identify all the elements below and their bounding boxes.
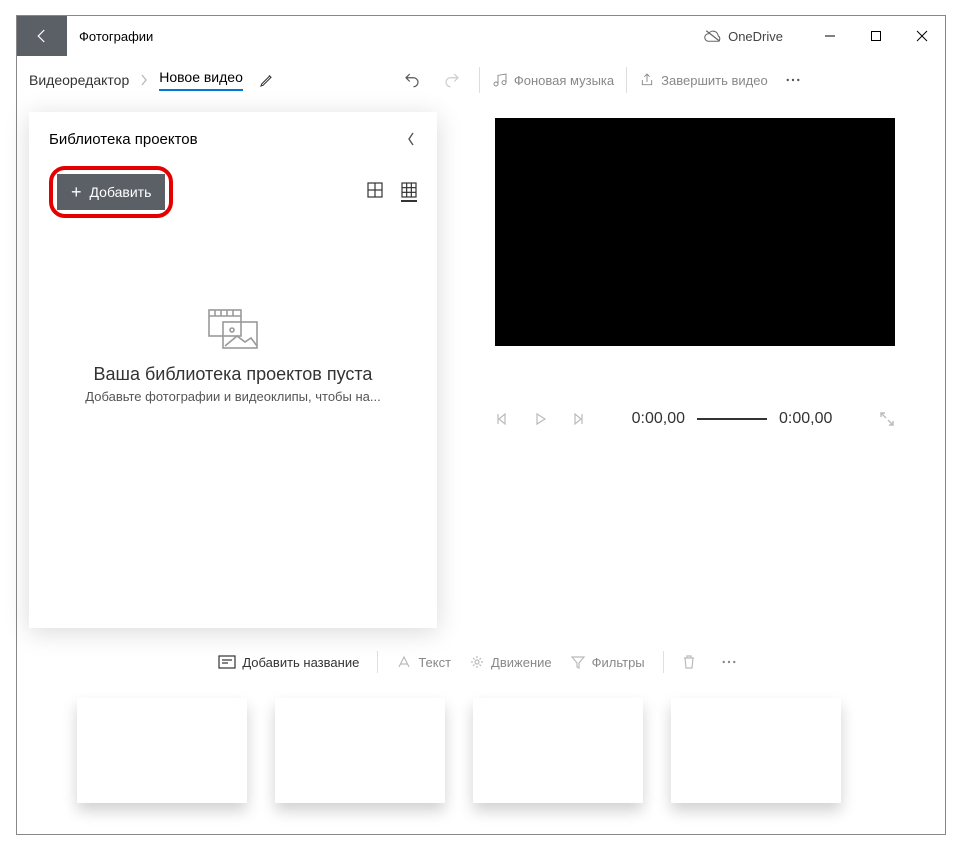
time-display: 0:00,00 0:00,00 — [632, 410, 833, 428]
sb-separator — [663, 651, 664, 673]
current-time: 0:00,00 — [632, 410, 685, 428]
grid-small-icon — [401, 182, 417, 198]
fullscreen-button[interactable] — [879, 411, 895, 427]
finish-video-button[interactable]: Завершить видео — [639, 72, 768, 88]
fullscreen-icon — [879, 411, 895, 427]
chevron-left-icon — [405, 130, 417, 148]
empty-media-icon — [207, 308, 259, 350]
step-forward-icon — [571, 412, 585, 426]
more-button[interactable] — [784, 71, 808, 89]
storyboard-slot[interactable] — [671, 698, 841, 803]
maximize-icon — [870, 30, 882, 42]
minimize-button[interactable] — [807, 16, 853, 56]
next-frame-button[interactable] — [571, 412, 585, 426]
title-card-icon — [218, 655, 236, 669]
filters-icon — [570, 654, 586, 670]
back-button[interactable] — [17, 16, 67, 56]
onedrive-label: OneDrive — [728, 29, 783, 44]
music-icon — [492, 72, 508, 88]
add-highlight: + Добавить — [49, 166, 173, 218]
titlebar: Фотографии OneDrive — [17, 16, 945, 56]
storyboard-slot[interactable] — [77, 698, 247, 803]
close-button[interactable] — [899, 16, 945, 56]
seek-bar[interactable] — [697, 418, 767, 420]
undo-button[interactable] — [403, 71, 427, 89]
arrow-left-icon — [33, 27, 51, 45]
player-controls: 0:00,00 0:00,00 — [495, 410, 895, 428]
pencil-icon — [259, 72, 275, 88]
collapse-button[interactable] — [405, 130, 417, 148]
add-label: Добавить — [90, 184, 152, 200]
breadcrumb-root[interactable]: Видеоредактор — [29, 72, 129, 88]
view-toggles — [367, 182, 417, 202]
library-controls: + Добавить — [49, 166, 417, 218]
text-button[interactable]: Текст — [396, 654, 451, 670]
storyboard-slot[interactable] — [473, 698, 643, 803]
add-button[interactable]: + Добавить — [57, 174, 165, 210]
library-title: Библиотека проектов — [49, 131, 198, 148]
step-back-icon — [495, 412, 509, 426]
trash-icon — [682, 654, 696, 670]
prev-frame-button[interactable] — [495, 412, 509, 426]
library-header: Библиотека проектов — [49, 130, 417, 148]
chevron-right-icon — [139, 73, 149, 87]
sb-more-button[interactable] — [720, 653, 744, 671]
storyboard-slot[interactable] — [275, 698, 445, 803]
project-name[interactable]: Новое видео — [159, 69, 243, 91]
delete-button[interactable] — [682, 654, 702, 670]
minimize-icon — [824, 30, 836, 42]
toolbar: Видеоредактор Новое видео Фоновая музыка… — [17, 56, 945, 104]
view-large-button[interactable] — [367, 182, 383, 202]
toolbar-separator — [626, 67, 627, 93]
play-button[interactable] — [533, 412, 547, 426]
preview-canvas[interactable] — [495, 118, 895, 346]
sb-separator — [377, 651, 378, 673]
main-area: Библиотека проектов + Добавить — [17, 104, 945, 640]
edit-name-button[interactable] — [259, 72, 275, 88]
bg-music-button[interactable]: Фоновая музыка — [492, 72, 614, 88]
empty-subtitle: Добавьте фотографии и видеоклипы, чтобы … — [85, 389, 380, 404]
onedrive-status[interactable]: OneDrive — [704, 29, 783, 44]
text-icon — [396, 654, 412, 670]
export-icon — [639, 72, 655, 88]
add-title-button[interactable]: Добавить название — [218, 655, 359, 670]
app-window: Фотографии OneDrive Видеоредактор Новое … — [16, 15, 946, 835]
cloud-off-icon — [704, 29, 722, 43]
storyboard — [17, 684, 945, 834]
finish-label: Завершить видео — [661, 73, 768, 88]
redo-button[interactable] — [443, 71, 467, 89]
storyboard-toolbar: Добавить название Текст Движение Фильтры — [17, 640, 945, 684]
ellipsis-icon — [784, 71, 802, 89]
motion-button[interactable]: Движение — [469, 654, 552, 670]
preview-area: 0:00,00 0:00,00 — [437, 104, 933, 640]
bg-music-label: Фоновая музыка — [514, 73, 614, 88]
play-icon — [533, 412, 547, 426]
close-icon — [916, 30, 928, 42]
total-time: 0:00,00 — [779, 410, 832, 428]
view-small-button[interactable] — [401, 182, 417, 202]
motion-label: Движение — [491, 655, 552, 670]
app-title: Фотографии — [79, 29, 153, 44]
empty-title: Ваша библиотека проектов пуста — [94, 364, 373, 385]
filters-button[interactable]: Фильтры — [570, 654, 645, 670]
text-label: Текст — [418, 655, 451, 670]
grid-large-icon — [367, 182, 383, 198]
library-panel: Библиотека проектов + Добавить — [29, 112, 437, 628]
empty-state: Ваша библиотека проектов пуста Добавьте … — [49, 308, 417, 610]
undo-icon — [403, 71, 421, 89]
maximize-button[interactable] — [853, 16, 899, 56]
plus-icon: + — [71, 182, 82, 203]
toolbar-separator — [479, 67, 480, 93]
filters-label: Фильтры — [592, 655, 645, 670]
redo-icon — [443, 71, 461, 89]
ellipsis-icon — [720, 653, 738, 671]
motion-icon — [469, 654, 485, 670]
add-title-label: Добавить название — [242, 655, 359, 670]
